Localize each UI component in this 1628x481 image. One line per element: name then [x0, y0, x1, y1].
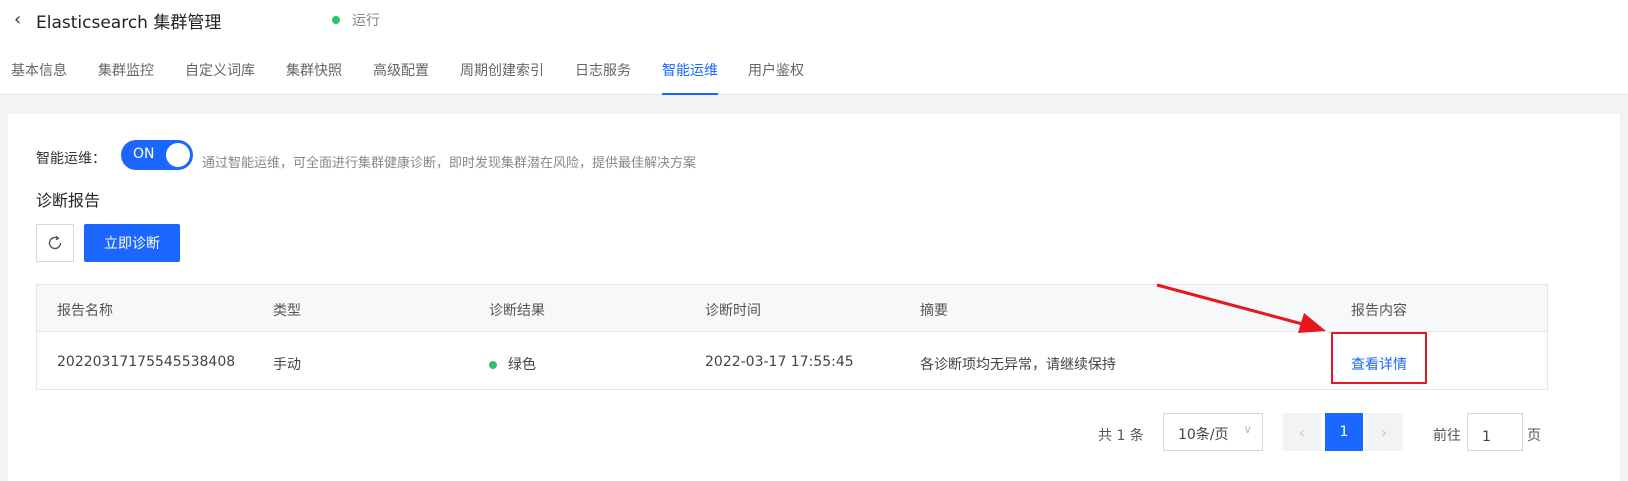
report-table: 报告名称 类型 诊断结果 诊断时间 摘要 报告内容 20220317175545… [36, 284, 1548, 390]
goto-label: 前往 [1433, 428, 1461, 444]
column-header-summary: 摘要 [920, 303, 948, 319]
cluster-status: 运行 [332, 10, 380, 30]
cell-report-name: 20220317175545538408 [57, 354, 236, 370]
chevron-down-icon: ∨ [1243, 422, 1252, 436]
tab-periodic-index[interactable]: 周期创建索引 [460, 60, 544, 95]
back-arrow-icon[interactable]: ‹ [14, 9, 21, 30]
next-page-button[interactable]: › [1365, 413, 1403, 451]
column-header-name: 报告名称 [57, 303, 113, 319]
chevron-right-icon: › [1380, 422, 1388, 442]
page-size-select[interactable]: 10条/页 ∨ [1163, 413, 1263, 451]
aiops-label: 智能运维： [36, 151, 106, 167]
goto-unit: 页 [1527, 428, 1541, 444]
section-title: 诊断报告 [36, 191, 101, 210]
tab-basic-info[interactable]: 基本信息 [11, 60, 67, 95]
toggle-text: ON [133, 146, 155, 162]
status-dot-icon [332, 16, 340, 24]
tab-log-service[interactable]: 日志服务 [575, 60, 631, 95]
tab-cluster-snapshot[interactable]: 集群快照 [286, 60, 342, 95]
cell-type: 手动 [273, 357, 301, 373]
column-header-result: 诊断结果 [489, 303, 545, 319]
aiops-toggle[interactable]: ON [121, 140, 193, 170]
refresh-button[interactable] [36, 224, 74, 262]
goto-page-input[interactable] [1467, 413, 1523, 451]
column-header-type: 类型 [273, 303, 301, 319]
result-green-dot-icon [489, 361, 497, 369]
status-text: 运行 [352, 13, 380, 29]
toggle-knob [166, 143, 190, 167]
prev-page-button[interactable]: ‹ [1283, 413, 1321, 451]
aiops-description: 通过智能运维，可全面进行集群健康诊断，即时发现集群潜在风险，提供最佳解决方案 [202, 156, 697, 171]
tab-aiops[interactable]: 智能运维 [662, 60, 718, 95]
refresh-icon [48, 235, 62, 250]
tab-user-auth[interactable]: 用户鉴权 [748, 60, 804, 95]
table-header: 报告名称 类型 诊断结果 诊断时间 摘要 报告内容 [37, 285, 1547, 332]
chevron-left-icon: ‹ [1298, 422, 1306, 442]
cell-summary: 各诊断项均无异常，请继续保持 [920, 357, 1116, 373]
diagnose-now-button[interactable]: 立即诊断 [84, 224, 180, 262]
tab-cluster-monitor[interactable]: 集群监控 [98, 60, 154, 95]
tab-custom-dictionary[interactable]: 自定义词库 [185, 60, 255, 95]
page-size-value: 10条/页 [1178, 427, 1229, 443]
column-header-content: 报告内容 [1351, 303, 1407, 319]
tab-advanced-config[interactable]: 高级配置 [373, 60, 429, 95]
page-title: Elasticsearch 集群管理 [36, 13, 222, 33]
top-bar: ‹ Elasticsearch 集群管理 运行 基本信息 集群监控 自定义词库 … [0, 0, 1628, 95]
page-number-current[interactable]: 1 [1325, 413, 1363, 451]
cell-result-text: 绿色 [508, 357, 536, 373]
annotation-highlight-box [1331, 332, 1427, 384]
cell-time: 2022-03-17 17:55:45 [705, 354, 854, 370]
cell-result: 绿色 [489, 354, 536, 374]
column-header-time: 诊断时间 [705, 303, 761, 319]
pagination-total: 共 1 条 [1098, 428, 1144, 444]
